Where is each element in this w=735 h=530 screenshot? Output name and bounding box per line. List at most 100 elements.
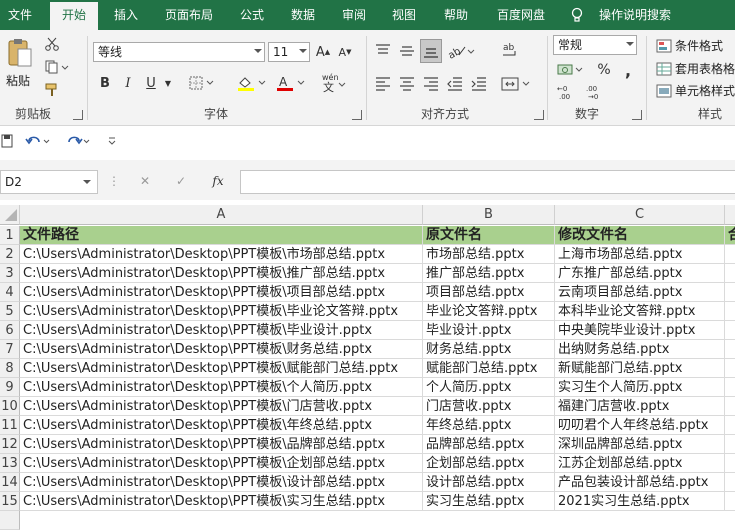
- cell-c[interactable]: 江苏企划部总结.pptx: [555, 454, 725, 473]
- cell-a[interactable]: C:\Users\Administrator\Desktop\PPT模板\设计部…: [20, 473, 423, 492]
- row-header[interactable]: 8: [0, 359, 20, 378]
- row-header[interactable]: 6: [0, 321, 20, 340]
- formula-input[interactable]: [240, 170, 735, 194]
- align-bottom-icon[interactable]: [420, 39, 442, 63]
- align-middle-icon[interactable]: [398, 41, 416, 61]
- row-header[interactable]: 3: [0, 264, 20, 283]
- cell-c[interactable]: 叨叨君个人年终总结.pptx: [555, 416, 725, 435]
- underline-button[interactable]: U: [143, 73, 159, 93]
- enter-icon[interactable]: ✓: [174, 174, 188, 188]
- align-right-icon[interactable]: [422, 74, 440, 94]
- cell-b[interactable]: 赋能部门总结.pptx: [423, 359, 555, 378]
- cell-a[interactable]: C:\Users\Administrator\Desktop\PPT模板\企划部…: [20, 454, 423, 473]
- cell-d[interactable]: [725, 340, 735, 359]
- cell-d[interactable]: [725, 473, 735, 492]
- cell-c[interactable]: 产品包装设计部总结.pptx: [555, 473, 725, 492]
- copy-icon[interactable]: [44, 59, 70, 75]
- cell-b[interactable]: 推广部总结.pptx: [423, 264, 555, 283]
- cell-d[interactable]: [725, 302, 735, 321]
- row-header[interactable]: 14: [0, 473, 20, 492]
- cell-a[interactable]: C:\Users\Administrator\Desktop\PPT模板\年终总…: [20, 416, 423, 435]
- column-header-b[interactable]: B: [423, 205, 555, 225]
- column-header-d[interactable]: [725, 205, 735, 225]
- font-color-icon[interactable]: A: [275, 73, 307, 93]
- number-format-select[interactable]: 常规: [553, 35, 637, 55]
- cut-icon[interactable]: [44, 36, 60, 52]
- bold-button[interactable]: B: [97, 73, 113, 93]
- cell-b[interactable]: 毕业设计.pptx: [423, 321, 555, 340]
- cell-d[interactable]: 合: [725, 226, 735, 245]
- cell-d[interactable]: [725, 359, 735, 378]
- cell-b[interactable]: 企划部总结.pptx: [423, 454, 555, 473]
- cell-d[interactable]: [725, 321, 735, 340]
- cell-d[interactable]: [725, 416, 735, 435]
- cell-d[interactable]: [725, 283, 735, 302]
- phonetic-guide-icon[interactable]: wén 文: [318, 70, 348, 94]
- align-left-icon[interactable]: [374, 74, 392, 94]
- cell-a[interactable]: C:\Users\Administrator\Desktop\PPT模板\毕业设…: [20, 321, 423, 340]
- cell-d[interactable]: [725, 378, 735, 397]
- cell-c[interactable]: 出纳财务总结.pptx: [555, 340, 725, 359]
- cell-b[interactable]: 毕业论文答辩.pptx: [423, 302, 555, 321]
- clipboard-launcher-icon[interactable]: [73, 110, 83, 120]
- format-painter-icon[interactable]: [44, 82, 60, 98]
- tab-home[interactable]: 开始: [50, 2, 98, 30]
- header-cell-b[interactable]: 原文件名: [423, 226, 555, 245]
- conditional-formatting-button[interactable]: 条件格式: [656, 37, 723, 54]
- cell-b[interactable]: 年终总结.pptx: [423, 416, 555, 435]
- align-center-icon[interactable]: [398, 74, 416, 94]
- cell-a[interactable]: C:\Users\Administrator\Desktop\PPT模板\推广部…: [20, 264, 423, 283]
- comma-style-icon[interactable]: ,: [621, 60, 635, 80]
- tab-insert[interactable]: 插入: [104, 0, 148, 30]
- tab-baidu-netdisk[interactable]: 百度网盘: [487, 0, 555, 30]
- paste-button-label[interactable]: 粘贴: [6, 72, 30, 89]
- decrease-decimal-icon[interactable]: .00 →0: [585, 82, 607, 102]
- redo-icon[interactable]: [64, 133, 94, 149]
- cell-b[interactable]: 品牌部总结.pptx: [423, 435, 555, 454]
- row-header[interactable]: 13: [0, 454, 20, 473]
- increase-decimal-icon[interactable]: ←0.00: [556, 82, 578, 102]
- select-all-corner[interactable]: [0, 205, 20, 225]
- undo-icon[interactable]: [24, 133, 54, 149]
- increase-indent-icon[interactable]: [470, 74, 488, 94]
- row-header[interactable]: 4: [0, 283, 20, 302]
- percent-icon[interactable]: %: [595, 60, 613, 80]
- cell-c[interactable]: 本科毕业论文答辩.pptx: [555, 302, 725, 321]
- italic-button[interactable]: I: [120, 73, 136, 93]
- paste-icon[interactable]: [5, 36, 35, 70]
- cell-b[interactable]: 项目部总结.pptx: [423, 283, 555, 302]
- cell-c[interactable]: 新赋能部门总结.pptx: [555, 359, 725, 378]
- cell-d[interactable]: [725, 454, 735, 473]
- decrease-font-icon[interactable]: A ▼: [336, 42, 354, 62]
- header-cell-c[interactable]: 修改文件名: [555, 226, 725, 245]
- cell-a[interactable]: C:\Users\Administrator\Desktop\PPT模板\品牌部…: [20, 435, 423, 454]
- decrease-indent-icon[interactable]: [446, 74, 464, 94]
- cell-c[interactable]: 2021实习生总结.pptx: [555, 492, 725, 511]
- cell-c[interactable]: 中央美院毕业设计.pptx: [555, 321, 725, 340]
- cell-b[interactable]: 设计部总结.pptx: [423, 473, 555, 492]
- accounting-format-icon[interactable]: [556, 60, 586, 80]
- row-header[interactable]: 2: [0, 245, 20, 264]
- column-header-c[interactable]: C: [555, 205, 725, 225]
- column-header-a[interactable]: A: [20, 205, 423, 225]
- cell-styles-button[interactable]: 单元格样式: [656, 82, 735, 99]
- row-header[interactable]: 11: [0, 416, 20, 435]
- row-header[interactable]: 12: [0, 435, 20, 454]
- cell-c[interactable]: 广东推广部总结.pptx: [555, 264, 725, 283]
- align-top-icon[interactable]: [374, 41, 392, 61]
- cell-d[interactable]: [725, 492, 735, 511]
- cell-d[interactable]: [725, 397, 735, 416]
- cell-c[interactable]: 福建门店营收.pptx: [555, 397, 725, 416]
- cell-a[interactable]: C:\Users\Administrator\Desktop\PPT模板\个人简…: [20, 378, 423, 397]
- format-as-table-button[interactable]: 套用表格格式: [656, 60, 735, 77]
- name-box[interactable]: D2: [0, 170, 98, 194]
- cell-c[interactable]: 深圳品牌部总结.pptx: [555, 435, 725, 454]
- merge-center-icon[interactable]: [500, 74, 532, 94]
- font-size-select[interactable]: 11: [268, 42, 310, 62]
- cell-d[interactable]: [725, 245, 735, 264]
- cell-a[interactable]: C:\Users\Administrator\Desktop\PPT模板\项目部…: [20, 283, 423, 302]
- row-header[interactable]: 5: [0, 302, 20, 321]
- cell-a[interactable]: C:\Users\Administrator\Desktop\PPT模板\毕业论…: [20, 302, 423, 321]
- tab-review[interactable]: 审阅: [334, 0, 374, 30]
- row-header[interactable]: 1: [0, 226, 20, 245]
